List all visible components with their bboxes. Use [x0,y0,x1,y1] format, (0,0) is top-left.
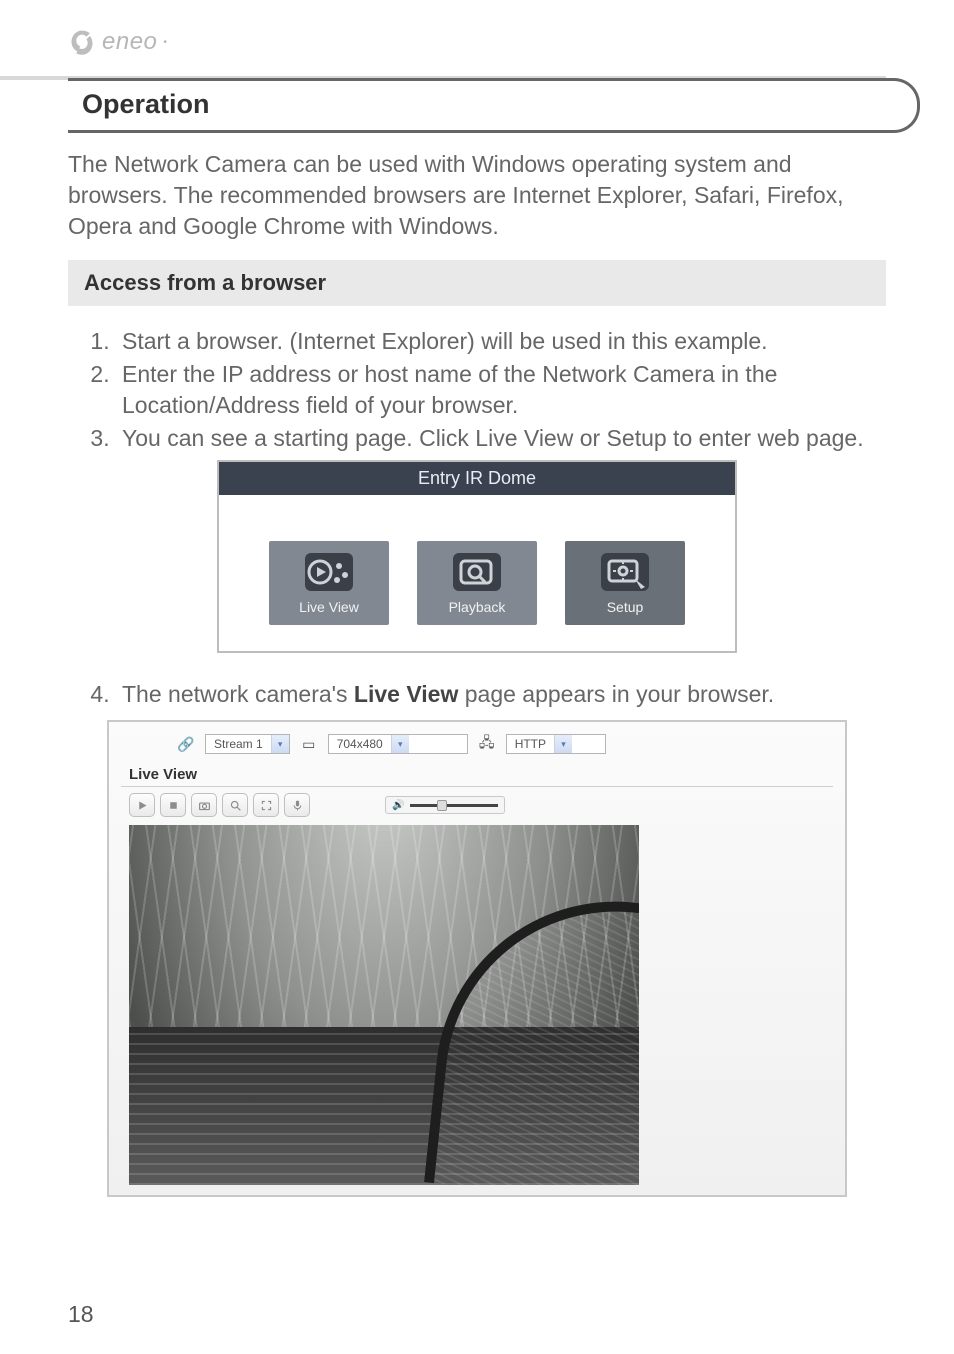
steps-list-cont: The network camera's Live View page appe… [68,679,886,710]
section-heading-frame: Operation [68,78,920,133]
monitor-icon: ▭ [300,735,318,753]
resolution-value: 704x480 [329,737,391,751]
protocol-value: HTTP [507,737,554,751]
screenshot1-body: Live View Playback Setup [219,495,735,651]
liveview-topbar: 🔗 Stream 1 ▾ ▭ 704x480 ▾ 🖧 HTTP ▾ [121,730,833,764]
protocol-dropdown[interactable]: HTTP ▾ [506,734,606,754]
screenshot1-title: Entry IR Dome [219,462,735,495]
step4-post: page appears in your browser. [458,681,774,707]
resolution-dropdown[interactable]: 704x480 ▾ [328,734,468,754]
stream-value: Stream 1 [206,737,271,751]
brand-dot: • [163,37,167,48]
tile-label: Live View [269,599,389,615]
play-icon [305,553,353,591]
chevron-down-icon: ▾ [271,735,289,753]
step-item: The network camera's Live View page appe… [116,679,886,710]
brand-text: eneo [102,28,157,56]
steps-list: Start a browser. (Internet Explorer) wil… [68,326,886,454]
liveview-heading: Live View [129,766,833,783]
play-button[interactable] [129,793,155,817]
tile-setup[interactable]: Setup [565,541,685,625]
screenshot-entry-page: Entry IR Dome Live View Playback Setup [217,460,737,653]
divider [121,786,833,787]
stream-dropdown[interactable]: Stream 1 ▾ [205,734,290,754]
step-item: Start a browser. (Internet Explorer) wil… [116,326,886,357]
zoom-button[interactable] [222,793,248,817]
tile-playback[interactable]: Playback [417,541,537,625]
tile-label: Playback [417,599,537,615]
step4-bold: Live View [354,681,458,707]
brand-mark-icon [68,28,96,56]
video-viewport [129,825,639,1185]
volume-track [410,804,498,807]
sub-heading: Access from a browser [68,260,886,306]
step-item: Enter the IP address or host name of the… [116,359,886,421]
volume-slider[interactable]: 🔊 [385,796,505,814]
screenshot-live-view: 🔗 Stream 1 ▾ ▭ 704x480 ▾ 🖧 HTTP ▾ Live V… [107,720,847,1197]
tile-live-view[interactable]: Live View [269,541,389,625]
brand-logo: eneo • [68,28,886,56]
chevron-down-icon: ▾ [391,735,409,753]
link-icon: 🔗 [177,735,195,753]
search-icon [453,553,501,591]
liveview-controls: 🔊 [121,793,833,817]
mic-button[interactable] [284,793,310,817]
intro-paragraph: The Network Camera can be used with Wind… [68,149,886,242]
fullscreen-button[interactable] [253,793,279,817]
section-heading: Operation [68,83,917,126]
step4-pre: The network camera's [122,681,354,707]
step-item: You can see a starting page. Click Live … [116,423,886,454]
gear-icon [601,553,649,591]
chevron-down-icon: ▾ [554,735,572,753]
page-number: 18 [68,1301,94,1328]
volume-thumb[interactable] [437,800,447,811]
speaker-icon: 🔊 [392,800,404,811]
network-icon: 🖧 [478,735,496,753]
snapshot-button[interactable] [191,793,217,817]
tile-label: Setup [565,599,685,615]
stop-button[interactable] [160,793,186,817]
